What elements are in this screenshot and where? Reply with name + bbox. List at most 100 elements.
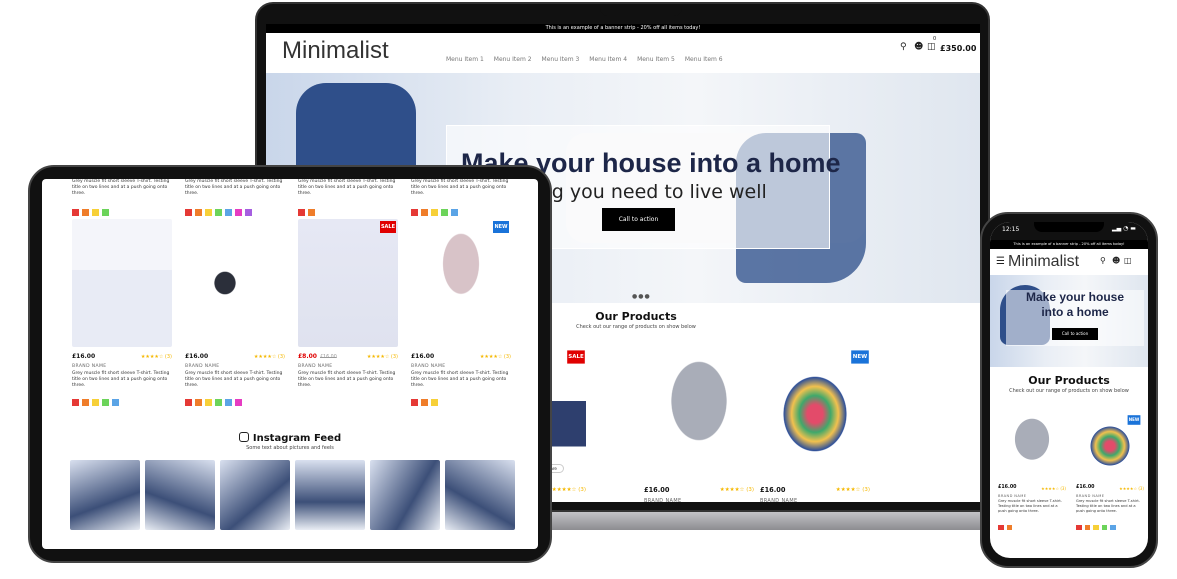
product-image-white-lamp[interactable] — [298, 219, 398, 347]
rating-stars: ★★★★☆ (3) — [479, 354, 511, 360]
call-to-action-button[interactable]: Call to action — [602, 208, 675, 231]
product-image-ottoman[interactable] — [760, 349, 870, 479]
instagram-photo[interactable] — [145, 460, 215, 530]
site-logo[interactable]: Minimalist — [282, 37, 389, 65]
product-price: £16.00 — [644, 485, 670, 494]
colour-swatches — [1076, 515, 1119, 534]
colour-swatch[interactable] — [441, 209, 448, 216]
colour-swatch[interactable] — [72, 399, 79, 406]
previous-product-row: Grey muscle fit short sleeve T-shirt. Te… — [42, 179, 538, 219]
brand-name: BRAND NAME — [644, 497, 682, 502]
colour-swatch[interactable] — [998, 524, 1004, 531]
brand-name: BRAND NAME — [411, 364, 446, 369]
colour-swatch[interactable] — [1110, 524, 1116, 531]
account-icon[interactable]: ☻ — [1112, 256, 1120, 265]
instagram-photo[interactable] — [370, 460, 440, 530]
colour-swatch[interactable] — [215, 209, 222, 216]
colour-swatch[interactable] — [1093, 524, 1099, 531]
colour-swatch[interactable] — [411, 209, 418, 216]
colour-swatch[interactable] — [205, 209, 212, 216]
product-image-pineapple-lamp[interactable] — [72, 219, 172, 347]
colour-swatch[interactable] — [1084, 524, 1091, 531]
colour-swatch[interactable] — [431, 209, 438, 216]
product-description: Grey muscle fit short sleeve T-shirt. Te… — [1076, 499, 1140, 513]
colour-swatch[interactable] — [235, 399, 242, 406]
colour-swatch[interactable] — [205, 399, 212, 406]
menu-item-1[interactable]: Menu Item 1 — [446, 56, 484, 63]
colour-swatch[interactable] — [431, 399, 438, 406]
colour-swatch[interactable] — [1101, 524, 1108, 531]
tablet-screen: Grey muscle fit short sleeve T-shirt. Te… — [42, 179, 538, 549]
product-price: £16.00 — [185, 353, 209, 360]
colour-swatch[interactable] — [245, 209, 252, 216]
colour-swatch[interactable] — [451, 209, 458, 216]
carousel-dots[interactable]: ●●● — [632, 293, 651, 300]
colour-swatch[interactable] — [82, 399, 89, 406]
signal-wifi-battery-icon: ▂▄ ◔ ▬ — [1112, 225, 1136, 232]
colour-swatch[interactable] — [421, 209, 428, 216]
product-price: £16.00 — [760, 485, 786, 494]
colour-swatch[interactable] — [195, 399, 202, 406]
menu-item-5[interactable]: Menu Item 5 — [637, 56, 675, 63]
colour-swatch[interactable] — [92, 209, 99, 216]
colour-swatch[interactable] — [102, 209, 109, 216]
instagram-feed — [70, 460, 520, 530]
badge-sale: SALE — [380, 221, 396, 233]
menu-item-4[interactable]: Menu Item 4 — [589, 56, 627, 63]
call-to-action-button[interactable]: Call to action — [1052, 328, 1098, 340]
site-logo[interactable]: Minimalist — [1008, 253, 1079, 271]
badge-sale: SALE — [567, 350, 585, 364]
colour-swatch[interactable] — [102, 399, 109, 406]
colour-swatch[interactable] — [1006, 524, 1013, 531]
hamburger-menu-icon[interactable]: ☰ — [996, 256, 1005, 267]
instagram-icon[interactable] — [238, 432, 249, 442]
product-description: Grey muscle fit short sleeve T-shirt. Te… — [298, 371, 396, 388]
basket-icon[interactable]: ◫ — [927, 42, 936, 52]
colour-swatch[interactable] — [421, 399, 428, 406]
rating-stars: ★★★★☆ (3) — [1041, 485, 1066, 491]
product-price: £16.00 — [411, 353, 435, 360]
menu-item-2[interactable]: Menu Item 2 — [494, 56, 532, 63]
colour-swatch[interactable] — [308, 209, 315, 216]
product-image-chair[interactable] — [998, 412, 1066, 480]
instagram-photo[interactable] — [445, 460, 515, 530]
brand-name: BRAND NAME — [1076, 493, 1105, 498]
rating-stars: ★★★★☆ (3) — [835, 486, 870, 493]
instagram-photo[interactable] — [295, 460, 365, 530]
product-grid: £16.00 ★★★★☆ (3) BRAND NAME Grey muscle fit… — [990, 402, 1148, 558]
banner-strip: This is an example of a banner strip - 2… — [990, 240, 1148, 249]
product-image-rope-lamp[interactable] — [411, 219, 511, 347]
colour-swatch[interactable] — [1076, 524, 1082, 531]
instagram-photo[interactable] — [220, 460, 290, 530]
instagram-photo[interactable] — [70, 460, 140, 530]
phone-device: 12:15 ▂▄ ◔ ▬ This is an example of a ban… — [980, 212, 1158, 568]
menu-item-6[interactable]: Menu Item 6 — [685, 56, 723, 63]
colour-swatch[interactable] — [72, 209, 79, 216]
colour-swatch[interactable] — [112, 399, 119, 406]
hero-overlay: Make your house into a home Call to acti… — [1006, 290, 1144, 346]
products-subtitle: Check out our range of products on show … — [1009, 388, 1129, 394]
colour-swatch[interactable] — [298, 209, 305, 216]
rating-stars: ★★★★☆ (3) — [140, 354, 172, 360]
search-icon[interactable]: ⚲ — [900, 42, 907, 52]
cart-total[interactable]: £350.00 — [940, 44, 976, 53]
search-icon[interactable]: ⚲ — [1100, 256, 1106, 265]
product-price: £16.00 — [72, 353, 96, 360]
colour-swatch[interactable] — [225, 399, 232, 406]
colour-swatch[interactable] — [82, 209, 89, 216]
basket-icon[interactable]: ◫ — [1124, 256, 1132, 265]
colour-swatch[interactable] — [215, 399, 222, 406]
colour-swatch[interactable] — [185, 399, 192, 406]
colour-swatch[interactable] — [411, 399, 418, 406]
product-image-chair[interactable] — [644, 349, 754, 479]
colour-swatch[interactable] — [92, 399, 99, 406]
colour-swatch[interactable] — [235, 209, 242, 216]
colour-swatch[interactable] — [195, 209, 202, 216]
colour-swatch[interactable] — [225, 209, 232, 216]
account-icon[interactable]: ☻ — [914, 42, 923, 52]
menu-item-3[interactable]: Menu Item 3 — [542, 56, 580, 63]
product-image-desk-lamp[interactable] — [185, 219, 285, 347]
colour-swatch[interactable] — [185, 209, 192, 216]
cart-count: 0 — [933, 36, 937, 42]
rating-stars: ★★★★☆ (3) — [366, 354, 398, 360]
